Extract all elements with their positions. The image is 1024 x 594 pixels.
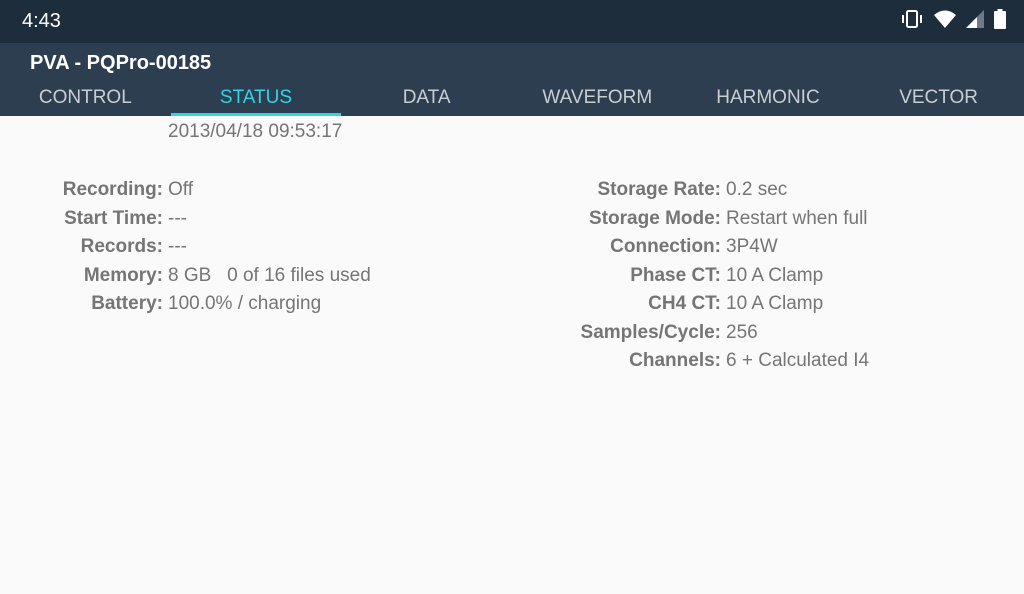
tab-harmonic[interactable]: HARMONIC bbox=[683, 83, 854, 116]
ch4-ct-value: 10 A Clamp bbox=[726, 293, 824, 314]
phase-ct-value: 10 A Clamp bbox=[726, 264, 824, 286]
storage-mode-row: Storage Mode: Restart when full bbox=[500, 205, 1000, 234]
storage-mode-label: Storage Mode: bbox=[589, 207, 721, 229]
ch4-ct-label: CH4 CT: bbox=[648, 293, 721, 314]
app-title: PVA - PQPro-00185 bbox=[30, 52, 212, 74]
status-panel: 2013/04/18 09:53:17 Recording: Off Start… bbox=[0, 116, 1024, 594]
records-value: --- bbox=[168, 236, 187, 257]
status-right-column: Storage Rate: 0.2 sec Storage Mode: Rest… bbox=[500, 176, 1000, 376]
battery-row: Battery: 100.0% / charging bbox=[0, 290, 420, 319]
samples-cycle-row: Samples/Cycle: 256 bbox=[500, 319, 1000, 348]
battery-value: 100.0% / charging bbox=[168, 293, 322, 314]
channels-value: 6 + Calculated I4 bbox=[726, 350, 870, 371]
battery-label: Battery: bbox=[91, 293, 163, 314]
storage-mode-value: Restart when full bbox=[726, 207, 868, 229]
status-left-column: Recording: Off Start Time: --- Records: … bbox=[0, 176, 420, 319]
storage-rate-value: 0.2 sec bbox=[726, 179, 788, 200]
memory-label: Memory: bbox=[83, 264, 163, 286]
memory-row: Memory: 8 GB 0 of 16 files used bbox=[0, 262, 420, 291]
channels-row: Channels: 6 + Calculated I4 bbox=[500, 347, 1000, 376]
system-status-bar: 4:43 bbox=[0, 0, 1024, 43]
connection-value: 3P4W bbox=[726, 236, 778, 257]
tab-status[interactable]: STATUS bbox=[170, 83, 342, 116]
connection-label: Connection: bbox=[610, 236, 721, 257]
phase-ct-row: Phase CT: 10 A Clamp bbox=[500, 262, 1000, 291]
tab-bar: CONTROL STATUS DATA WAVEFORM HARMONIC VE… bbox=[0, 83, 1024, 116]
vibrate-icon bbox=[900, 9, 924, 33]
storage-rate-label: Storage Rate: bbox=[597, 179, 721, 200]
phase-ct-label: Phase CT: bbox=[630, 264, 721, 286]
samples-cycle-value: 256 bbox=[726, 321, 758, 343]
start-time-row: Start Time: --- bbox=[0, 205, 420, 234]
records-row: Records: --- bbox=[0, 233, 420, 262]
app-bar: PVA - PQPro-00185 CONTROL STATUS DATA WA… bbox=[0, 43, 1024, 116]
recording-row: Recording: Off bbox=[0, 176, 420, 205]
ch4-ct-row: CH4 CT: 10 A Clamp bbox=[500, 290, 1000, 319]
connection-row: Connection: 3P4W bbox=[500, 233, 1000, 262]
channels-label: Channels: bbox=[629, 350, 721, 371]
records-label: Records: bbox=[80, 236, 163, 257]
status-timestamp: 2013/04/18 09:53:17 bbox=[168, 121, 343, 142]
storage-rate-row: Storage Rate: 0.2 sec bbox=[500, 176, 1000, 205]
recording-label: Recording: bbox=[62, 179, 163, 200]
recording-value: Off bbox=[168, 179, 193, 200]
memory-value: 8 GB 0 of 16 files used bbox=[168, 264, 371, 286]
tab-control[interactable]: CONTROL bbox=[0, 83, 171, 116]
status-icons bbox=[900, 8, 1006, 34]
tab-vector[interactable]: VECTOR bbox=[853, 83, 1024, 116]
start-time-label: Start Time: bbox=[64, 207, 163, 229]
signal-icon bbox=[966, 9, 984, 33]
tab-waveform[interactable]: WAVEFORM bbox=[512, 83, 683, 116]
battery-icon bbox=[994, 8, 1006, 34]
wifi-icon bbox=[934, 10, 956, 33]
clock: 4:43 bbox=[22, 10, 61, 32]
start-time-value: --- bbox=[168, 207, 187, 229]
samples-cycle-label: Samples/Cycle: bbox=[580, 321, 721, 343]
tab-data[interactable]: DATA bbox=[341, 83, 512, 116]
